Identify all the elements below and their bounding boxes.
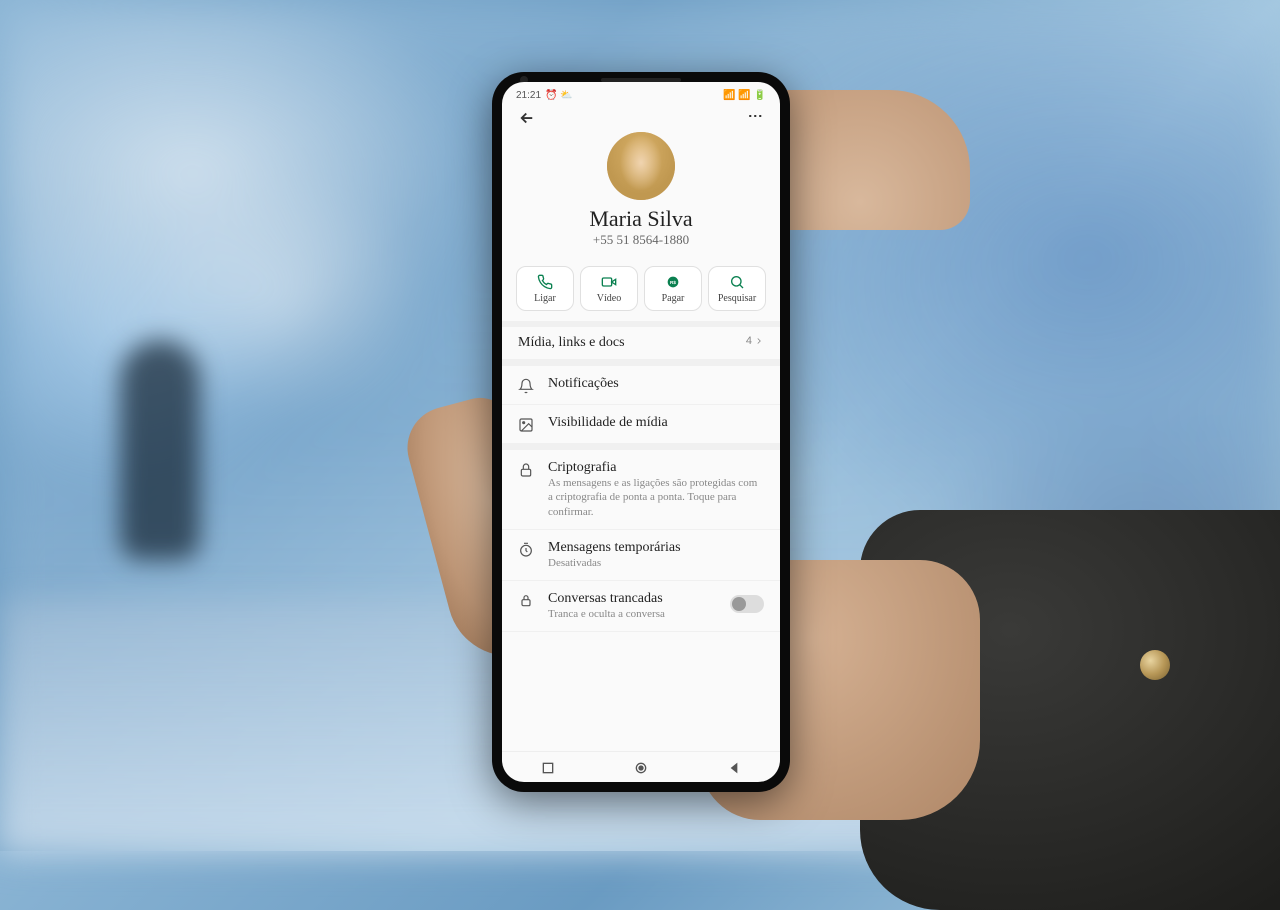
media-title: Mídia, links e docs: [518, 335, 732, 351]
background-person-silhouette: [120, 340, 200, 560]
search-label: Pesquisar: [718, 293, 756, 304]
header: ⋮: [502, 105, 780, 132]
bell-icon: [518, 378, 534, 394]
locked-toggle[interactable]: [730, 595, 764, 613]
phone-device: 21:21 ⏰ ⛅ 📶 📶 🔋 ⋮ Maria Silva +55 51 856…: [492, 72, 790, 792]
pay-label: Pagar: [662, 293, 685, 304]
encryption-row[interactable]: Criptografia As mensagens e as ligações …: [502, 450, 780, 530]
disappearing-subtitle: Desativadas: [548, 556, 764, 570]
contact-avatar[interactable]: [607, 132, 675, 200]
status-bar: 21:21 ⏰ ⛅ 📶 📶 🔋: [502, 82, 780, 105]
pay-button[interactable]: R$ Pagar: [644, 266, 702, 311]
search-button[interactable]: Pesquisar: [708, 266, 766, 311]
call-button[interactable]: Ligar: [516, 266, 574, 311]
media-links-docs-row[interactable]: Mídia, links e docs 4: [502, 327, 780, 360]
phone-screen: 21:21 ⏰ ⛅ 📶 📶 🔋 ⋮ Maria Silva +55 51 856…: [502, 82, 780, 782]
status-time: 21:21: [516, 90, 541, 101]
call-label: Ligar: [534, 293, 556, 304]
phone-icon: [536, 273, 554, 291]
nav-home-button[interactable]: [633, 760, 649, 776]
media-count-chevron: 4: [746, 335, 764, 347]
notifications-label: Notificações: [548, 376, 764, 392]
lock-shield-icon: [518, 593, 534, 609]
contact-name: Maria Silva: [589, 206, 692, 232]
video-label: Vídeo: [597, 293, 621, 304]
contact-phone: +55 51 8564-1880: [593, 232, 689, 248]
search-icon: [728, 273, 746, 291]
image-icon: [518, 417, 534, 433]
status-left-icons: ⏰ ⛅: [545, 90, 573, 101]
nav-recent-button[interactable]: [540, 760, 556, 776]
locked-subtitle: Tranca e oculta a conversa: [548, 607, 716, 621]
profile-section: Maria Silva +55 51 8564-1880: [502, 132, 780, 258]
media-visibility-label: Visibilidade de mídia: [548, 415, 764, 431]
locked-title: Conversas trancadas: [548, 591, 716, 607]
video-button[interactable]: Vídeo: [580, 266, 638, 311]
action-buttons-row: Ligar Vídeo R$ Pagar Pesquisar: [502, 258, 780, 321]
status-right-icons: 📶 📶 🔋: [723, 90, 766, 101]
nav-back-button[interactable]: [726, 760, 742, 776]
lock-icon: [518, 462, 534, 478]
svg-text:R$: R$: [670, 280, 676, 285]
disappearing-title: Mensagens temporárias: [548, 540, 764, 556]
jacket-button: [1140, 650, 1170, 680]
media-visibility-row[interactable]: Visibilidade de mídia: [502, 405, 780, 444]
more-menu-button[interactable]: ⋮: [748, 109, 764, 121]
back-button[interactable]: [518, 109, 536, 132]
timer-icon: [518, 542, 534, 558]
disappearing-messages-row[interactable]: Mensagens temporárias Desativadas: [502, 530, 780, 581]
encryption-title: Criptografia: [548, 460, 764, 476]
video-icon: [600, 273, 618, 291]
pay-icon: R$: [664, 273, 682, 291]
notifications-row[interactable]: Notificações: [502, 366, 780, 405]
encryption-subtitle: As mensagens e as ligações são protegida…: [548, 476, 764, 519]
android-nav-bar: [502, 751, 780, 782]
locked-chats-row[interactable]: Conversas trancadas Tranca e oculta a co…: [502, 581, 780, 632]
